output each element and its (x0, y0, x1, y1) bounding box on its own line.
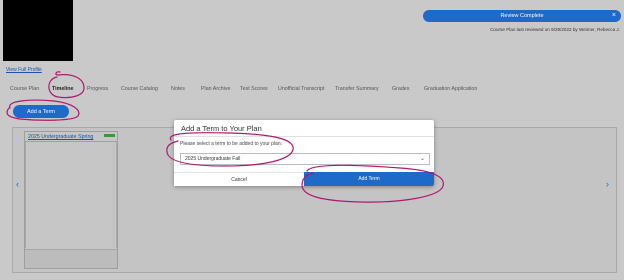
add-term-modal: Add a Term to Your Plan Please select a … (174, 120, 434, 186)
tab-test-scores[interactable]: Test Scores (240, 83, 268, 95)
tab-graduation-application[interactable]: Graduation Application (424, 83, 477, 95)
tab-progress[interactable]: Progress (87, 83, 108, 95)
term-course-area (25, 142, 117, 248)
term-footer (25, 249, 117, 268)
term-select[interactable]: 2025 Undergraduate Fall ⌄ (180, 153, 430, 165)
tab-course-plan[interactable]: Course Plan (10, 83, 39, 95)
modal-divider (174, 136, 434, 137)
term-status-indicator (104, 134, 115, 137)
add-term-button[interactable]: Add a Term (13, 105, 69, 118)
tab-grades[interactable]: Grades (392, 83, 409, 95)
chevron-left-icon[interactable]: ‹ (16, 179, 19, 189)
tab-notes[interactable]: Notes (171, 83, 185, 95)
review-complete-label: Review Complete (500, 13, 544, 19)
view-full-profile-link[interactable]: View Full Profile (6, 67, 42, 73)
last-reviewed-text: Course Plan last reviewed on 9/29/2022 b… (490, 27, 620, 32)
review-complete-button[interactable]: Review Complete × (423, 10, 621, 22)
term-select-label: Please select a term to be added to your… (180, 141, 283, 147)
close-icon[interactable]: × (612, 11, 616, 21)
tab-transfer-summary[interactable]: Transfer Summary (335, 83, 379, 95)
term-title-link[interactable]: 2025 Undergraduate Spring (28, 134, 93, 140)
chevron-down-icon: ⌄ (419, 156, 425, 162)
tab-bar: Course Plan Timeline Progress Course Cat… (0, 83, 624, 95)
tab-plan-archive[interactable]: Plan Archive (201, 83, 230, 95)
modal-title: Add a Term to Your Plan (181, 124, 262, 133)
cancel-button[interactable]: Cancel (174, 172, 304, 186)
tab-timeline[interactable]: Timeline (52, 83, 73, 95)
profile-photo-redacted (3, 0, 73, 61)
term-select-value: 2025 Undergraduate Fall (185, 156, 241, 162)
tab-unofficial-transcript[interactable]: Unofficial Transcript (278, 83, 324, 95)
tab-course-catalog[interactable]: Course Catalog (121, 83, 158, 95)
chevron-right-icon[interactable]: › (606, 179, 609, 189)
modal-add-term-button[interactable]: Add Term (304, 172, 434, 186)
